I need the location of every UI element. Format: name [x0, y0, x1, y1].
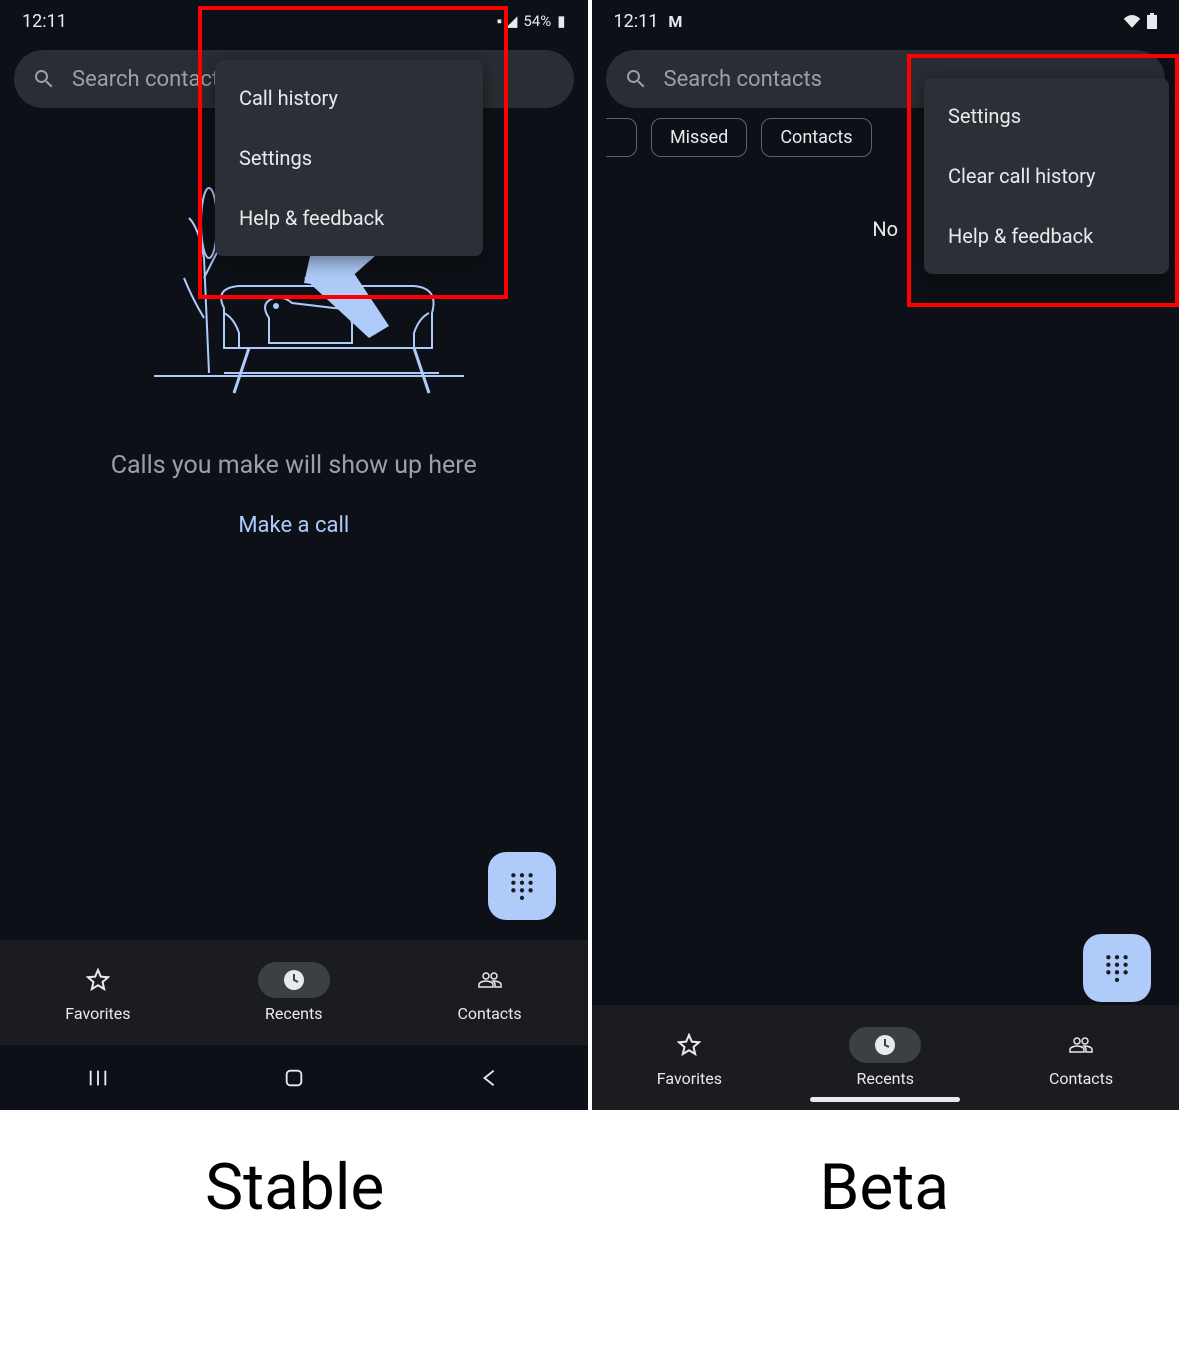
- overflow-menu: Settings Clear call history Help & feedb…: [924, 78, 1169, 274]
- star-icon: [677, 1033, 701, 1057]
- contacts-icon: [478, 968, 502, 992]
- caption-stable: Stable: [0, 1150, 590, 1225]
- chip-partial[interactable]: [606, 118, 637, 157]
- nav-recents[interactable]: Recents: [196, 962, 392, 1023]
- make-call-link[interactable]: Make a call: [238, 513, 349, 538]
- menu-item-help-feedback[interactable]: Help & feedback: [924, 206, 1169, 266]
- nav-label: Recents: [265, 1004, 323, 1023]
- gesture-nav-bar[interactable]: [810, 1097, 960, 1102]
- nav-label: Contacts: [457, 1004, 521, 1023]
- nav-label: Favorites: [657, 1069, 722, 1088]
- search-placeholder: Search contacts: [664, 67, 822, 92]
- menu-item-help-feedback[interactable]: Help & feedback: [215, 188, 483, 248]
- status-time: 12:11: [614, 11, 659, 32]
- clock-icon: [282, 968, 306, 992]
- recents-button[interactable]: [85, 1065, 111, 1091]
- nav-label: Contacts: [1049, 1069, 1113, 1088]
- nav-contacts[interactable]: Contacts: [392, 962, 588, 1023]
- phone-screenshot-stable: 12:11 ▪ ◢ 54% ▮ Search contacts Call his…: [0, 0, 588, 1110]
- nav-label: Recents: [856, 1069, 914, 1088]
- status-bar: 12:11 ▪ ◢ 54% ▮: [0, 0, 588, 42]
- empty-text: Calls you make will show up here: [111, 448, 477, 483]
- search-icon: [32, 67, 56, 91]
- menu-item-settings[interactable]: Settings: [215, 128, 483, 188]
- nav-contacts[interactable]: Contacts: [983, 1027, 1179, 1088]
- menu-item-settings[interactable]: Settings: [924, 86, 1169, 146]
- battery-text: 54%: [523, 12, 551, 30]
- gmail-icon: M: [668, 12, 682, 31]
- star-icon: [86, 968, 110, 992]
- menu-item-call-history[interactable]: Call history: [215, 68, 483, 128]
- search-icon: [624, 67, 648, 91]
- caption-beta: Beta: [590, 1150, 1179, 1225]
- status-icons: ▪ ◢: [497, 12, 518, 30]
- battery-icon: ▮: [557, 12, 565, 30]
- comparison-captions: Stable Beta: [0, 1110, 1179, 1360]
- nav-recents[interactable]: Recents: [787, 1027, 983, 1088]
- dialpad-fab[interactable]: [1083, 934, 1151, 1002]
- chip-contacts[interactable]: Contacts: [761, 118, 871, 157]
- status-time: 12:11: [22, 11, 67, 32]
- nav-favorites[interactable]: Favorites: [0, 962, 196, 1023]
- back-button[interactable]: [477, 1065, 503, 1091]
- nav-favorites[interactable]: Favorites: [592, 1027, 788, 1088]
- contacts-icon: [1069, 1033, 1093, 1057]
- dialpad-icon: [1104, 954, 1130, 982]
- dialpad-fab[interactable]: [488, 852, 556, 920]
- nav-label: Favorites: [65, 1004, 130, 1023]
- bottom-nav: Favorites Recents Contacts: [0, 940, 588, 1045]
- status-bar: 12:11 M: [592, 0, 1179, 42]
- menu-item-clear-call-history[interactable]: Clear call history: [924, 146, 1169, 206]
- bottom-nav: Favorites Recents Contacts: [592, 1005, 1179, 1110]
- clock-icon: [873, 1033, 897, 1057]
- dialpad-icon: [509, 872, 535, 900]
- overflow-menu: Call history Settings Help & feedback: [215, 60, 483, 256]
- battery-icon: [1147, 13, 1157, 29]
- search-placeholder: Search contacts: [72, 67, 230, 92]
- phone-screenshot-beta: 12:11 M Search contacts Missed Contacts …: [592, 0, 1179, 1110]
- android-system-nav: [0, 1045, 588, 1110]
- home-button[interactable]: [281, 1065, 307, 1091]
- wifi-icon: [1123, 14, 1141, 28]
- chip-missed[interactable]: Missed: [651, 118, 747, 157]
